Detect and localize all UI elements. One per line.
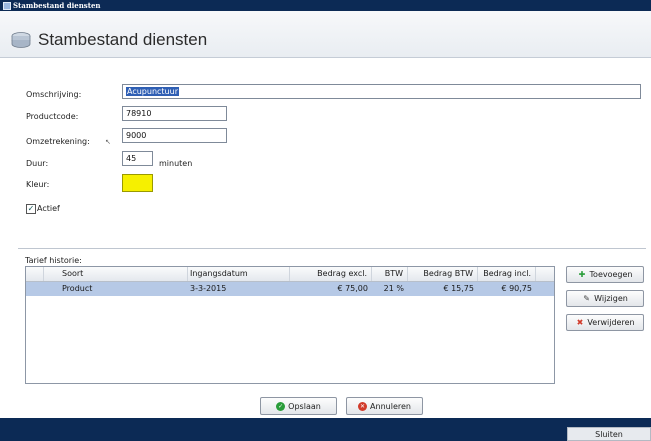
- omschrijving-label: Omschrijving:: [26, 90, 82, 99]
- col-header-bedrag-incl[interactable]: Bedrag incl.: [478, 267, 536, 281]
- cell-bedrag-excl: € 75,00: [337, 284, 368, 293]
- delete-x-icon: ✖: [576, 318, 584, 327]
- annuleren-button[interactable]: ✕ Annuleren: [346, 397, 423, 415]
- col-header-bedrag-btw[interactable]: Bedrag BTW: [408, 267, 478, 281]
- footer-bar: [0, 418, 651, 441]
- omschrijving-field[interactable]: Acupunctuur: [122, 84, 641, 99]
- page-header: Stambestand diensten: [0, 11, 651, 58]
- col-header-bedrag-excl[interactable]: Bedrag excl.: [290, 267, 372, 281]
- wijzigen-label: Wijzigen: [594, 294, 628, 303]
- tarief-table[interactable]: Soort Ingangsdatum Bedrag excl. BTW Bedr…: [25, 266, 555, 384]
- cell-ingangsdatum: 3-3-2015: [190, 284, 227, 293]
- check-icon: ✓: [27, 204, 35, 213]
- cancel-icon: ✕: [358, 401, 368, 411]
- tarief-historie-label: Tarief historie:: [25, 256, 82, 265]
- duur-unit-label: minuten: [159, 159, 193, 168]
- opslaan-button[interactable]: ✓ Opslaan: [260, 397, 337, 415]
- omzetrekening-label: Omzetrekening:: [26, 137, 90, 146]
- ok-icon: ✓: [276, 401, 286, 411]
- table-row[interactable]: Product 3-3-2015 € 75,00 21 % € 15,75 € …: [26, 282, 554, 296]
- sluiten-button[interactable]: Sluiten: [567, 427, 651, 441]
- col-header-btw[interactable]: BTW: [372, 267, 408, 281]
- divider: [18, 248, 646, 249]
- cell-btw: 21 %: [383, 284, 404, 293]
- duur-field[interactable]: 45: [122, 151, 153, 166]
- kleur-label: Kleur:: [26, 180, 50, 189]
- col-header-soort[interactable]: Soort: [44, 267, 188, 281]
- cell-bedrag-btw: € 15,75: [443, 284, 474, 293]
- cell-soort: Product: [62, 284, 93, 293]
- actief-label: Actief: [37, 204, 60, 213]
- toevoegen-label: Toevoegen: [589, 270, 633, 279]
- page-title: Stambestand diensten: [38, 30, 208, 49]
- app-icon: [3, 2, 11, 10]
- plus-icon: ✚: [578, 270, 586, 279]
- toevoegen-button[interactable]: ✚ Toevoegen: [566, 266, 644, 283]
- stack-icon: [11, 32, 31, 48]
- window-titlebar: Stambestand diensten: [0, 0, 651, 11]
- verwijderen-label: Verwijderen: [587, 318, 635, 327]
- duur-label: Duur:: [26, 159, 49, 168]
- table-header: Soort Ingangsdatum Bedrag excl. BTW Bedr…: [26, 267, 554, 282]
- color-swatch[interactable]: [122, 174, 153, 192]
- productcode-label: Productcode:: [26, 112, 79, 121]
- annuleren-label: Annuleren: [370, 401, 411, 411]
- actief-checkbox[interactable]: ✓: [26, 204, 36, 214]
- pencil-icon: ✎: [583, 294, 590, 303]
- opslaan-label: Opslaan: [288, 401, 321, 411]
- window-title: Stambestand diensten: [13, 1, 101, 10]
- omzetrekening-field[interactable]: 9000: [122, 128, 227, 143]
- omschrijving-value: Acupunctuur: [126, 87, 179, 96]
- cell-bedrag-incl: € 90,75: [501, 284, 532, 293]
- mouse-cursor-icon: ↖: [105, 138, 111, 146]
- wijzigen-button[interactable]: ✎ Wijzigen: [566, 290, 644, 307]
- verwijderen-button[interactable]: ✖ Verwijderen: [566, 314, 644, 331]
- col-header-ingangsdatum[interactable]: Ingangsdatum: [188, 267, 290, 281]
- productcode-field[interactable]: 78910: [122, 106, 227, 121]
- row-indicator-header: [26, 267, 44, 281]
